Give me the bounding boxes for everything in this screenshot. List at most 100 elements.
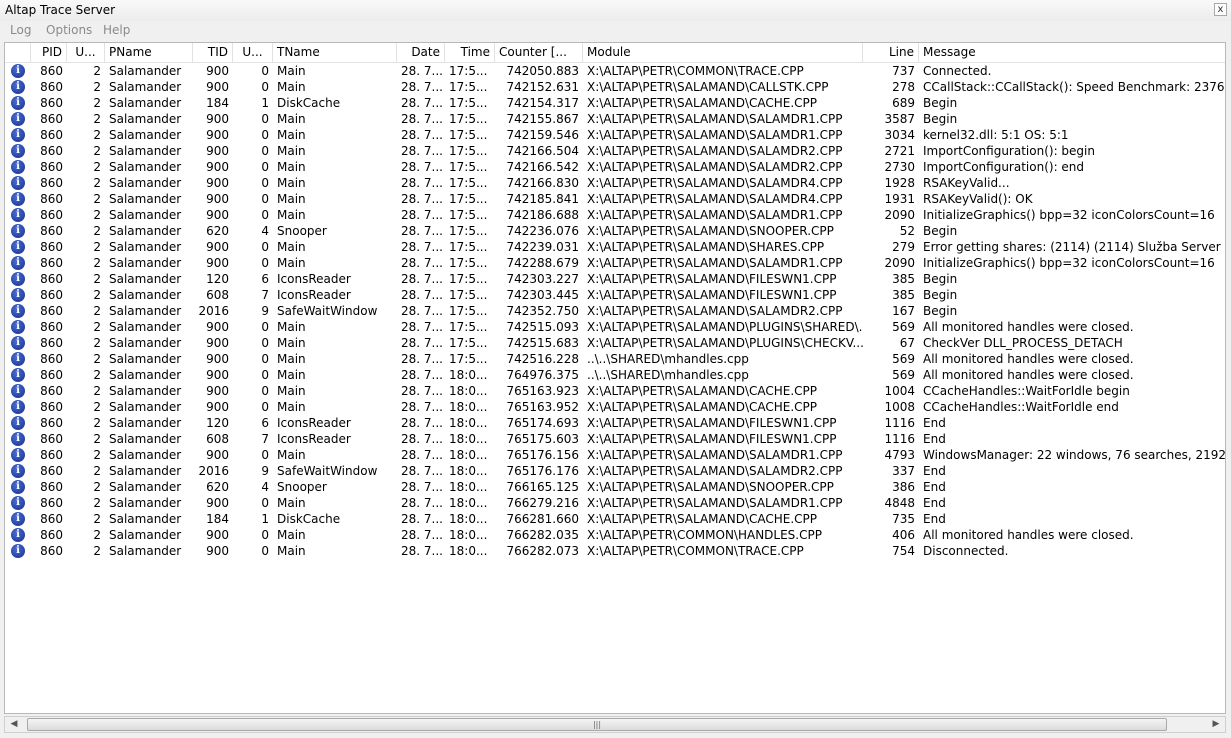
table-row[interactable]: i 860 2 Salamander 900 0 Main 28. 7... 17:5... 74… <box>5 335 1225 351</box>
cell-thread-name: Main <box>277 208 306 222</box>
cell-module: ..\..\SHARED\mhandles.cpp <box>587 368 749 382</box>
table-row[interactable]: i 860 2 Salamander 184 1 DiskCache 28. 7... 17:5… <box>5 95 1225 111</box>
cell-pid: 860 <box>40 320 63 334</box>
cell-tid: 900 <box>206 144 229 158</box>
table-row[interactable]: i 860 2 Salamander 900 0 Main 28. 7... 17:5... 74… <box>5 191 1225 207</box>
table-row[interactable]: i 860 2 Salamander 608 7 IconsReader 28. 7... 18… <box>5 431 1225 447</box>
info-icon: i <box>11 528 25 542</box>
cell-time: 18:0... <box>449 512 488 526</box>
cell-unique-process: 2 <box>93 144 101 158</box>
cell-pid: 860 <box>40 544 63 558</box>
table-row[interactable]: i 860 2 Salamander 2016 9 SafeWaitWindow 28. 7.… <box>5 463 1225 479</box>
table-row[interactable]: i 860 2 Salamander 900 0 Main 28. 7... 18:0... 76… <box>5 447 1225 463</box>
cell-unique-thread: 6 <box>261 272 269 286</box>
table-row[interactable]: i 860 2 Salamander 620 4 Snooper 28. 7... 18:0..… <box>5 479 1225 495</box>
menu-log[interactable]: Log <box>10 23 31 37</box>
cell-counter: 742185.841 <box>506 192 579 206</box>
table-row[interactable]: i 860 2 Salamander 900 0 Main 28. 7... 18:0... 76… <box>5 527 1225 543</box>
scroll-right-arrow-icon[interactable]: ▶ <box>1209 718 1223 731</box>
cell-date: 28. 7... <box>401 432 443 446</box>
cell-time: 17:5... <box>449 208 488 222</box>
table-row[interactable]: i 860 2 Salamander 900 0 Main 28. 7... 18:0... 76… <box>5 543 1225 559</box>
trace-log-list[interactable]: PID U... PName TID U... TName Date Time Counter … <box>4 42 1226 714</box>
cell-tid: 608 <box>206 432 229 446</box>
cell-message: InitializeGraphics() bpp=32 iconColorsCo… <box>923 208 1215 222</box>
column-header-unique-process[interactable]: U... <box>67 43 105 62</box>
table-row[interactable]: i 860 2 Salamander 900 0 Main 28. 7... 17:5... 74… <box>5 79 1225 95</box>
table-row[interactable]: i 860 2 Salamander 120 6 IconsReader 28. 7... 17… <box>5 271 1225 287</box>
cell-thread-name: Main <box>277 192 306 206</box>
cell-date: 28. 7... <box>401 144 443 158</box>
table-row[interactable]: i 860 2 Salamander 900 0 Main 28. 7... 17:5... 74… <box>5 159 1225 175</box>
table-row[interactable]: i 860 2 Salamander 620 4 Snooper 28. 7... 17:5..… <box>5 223 1225 239</box>
info-icon: i <box>11 544 25 558</box>
column-header-thread-name[interactable]: TName <box>273 43 397 62</box>
column-header-module[interactable]: Module <box>583 43 863 62</box>
cell-module: X:\ALTAP\PETR\SALAMAND\SNOOPER.CPP <box>587 480 834 494</box>
info-icon: i <box>11 288 25 302</box>
table-row[interactable]: i 860 2 Salamander 900 0 Main 28. 7... 18:0... 76… <box>5 367 1225 383</box>
cell-time: 17:5... <box>449 224 488 238</box>
cell-line: 386 <box>892 480 915 494</box>
table-row[interactable]: i 860 2 Salamander 900 0 Main 28. 7... 17:5... 74… <box>5 351 1225 367</box>
column-header-tid[interactable]: TID <box>193 43 233 62</box>
table-row[interactable]: i 860 2 Salamander 608 7 IconsReader 28. 7... 17… <box>5 287 1225 303</box>
cell-module: X:\ALTAP\PETR\SALAMAND\SALAMDR1.CPP <box>587 448 843 462</box>
cell-module: X:\ALTAP\PETR\SALAMAND\SALAMDR2.CPP <box>587 464 843 478</box>
cell-unique-thread: 0 <box>261 400 269 414</box>
cell-line: 1928 <box>884 176 915 190</box>
column-header-pid[interactable]: PID <box>31 43 67 62</box>
table-row[interactable]: i 860 2 Salamander 2016 9 SafeWaitWindow 28. 7.… <box>5 303 1225 319</box>
close-button[interactable]: x <box>1214 3 1227 16</box>
cell-date: 28. 7... <box>401 496 443 510</box>
table-row[interactable]: i 860 2 Salamander 184 1 DiskCache 28. 7... 18:0… <box>5 511 1225 527</box>
column-header-counter[interactable]: Counter [... <box>495 43 583 62</box>
horizontal-scrollbar[interactable]: ◀ ||| ▶ <box>4 716 1226 733</box>
table-row[interactable]: i 860 2 Salamander 900 0 Main 28. 7... 18:0... 76… <box>5 399 1225 415</box>
table-row[interactable]: i 860 2 Salamander 900 0 Main 28. 7... 17:5... 74… <box>5 111 1225 127</box>
column-header-time[interactable]: Time <box>445 43 495 62</box>
table-row[interactable]: i 860 2 Salamander 900 0 Main 28. 7... 18:0... 76… <box>5 495 1225 511</box>
cell-date: 28. 7... <box>401 480 443 494</box>
cell-unique-thread: 0 <box>261 240 269 254</box>
column-header-message[interactable]: Message <box>919 43 1225 62</box>
cell-unique-process: 2 <box>93 112 101 126</box>
cell-module: X:\ALTAP\PETR\SALAMAND\SALAMDR1.CPP <box>587 128 843 142</box>
menu-help[interactable]: Help <box>103 23 130 37</box>
cell-thread-name: Main <box>277 160 306 174</box>
cell-unique-thread: 0 <box>261 128 269 142</box>
cell-thread-name: Main <box>277 384 306 398</box>
column-header-line[interactable]: Line <box>863 43 919 62</box>
cell-line: 2730 <box>884 160 915 174</box>
table-row[interactable]: i 860 2 Salamander 120 6 IconsReader 28. 7... 18… <box>5 415 1225 431</box>
scroll-thumb[interactable]: ||| <box>27 718 1167 731</box>
info-icon: i <box>11 272 25 286</box>
column-header-icon[interactable] <box>5 43 31 62</box>
info-icon: i <box>11 176 25 190</box>
cell-unique-thread: 0 <box>261 528 269 542</box>
column-header-unique-thread[interactable]: U... <box>233 43 273 62</box>
cell-counter: 742155.867 <box>506 112 579 126</box>
table-row[interactable]: i 860 2 Salamander 900 0 Main 28. 7... 17:5... 74… <box>5 319 1225 335</box>
scroll-left-arrow-icon[interactable]: ◀ <box>7 718 21 731</box>
table-row[interactable]: i 860 2 Salamander 900 0 Main 28. 7... 17:5... 74… <box>5 127 1225 143</box>
cell-time: 18:0... <box>449 400 488 414</box>
cell-thread-name: Main <box>277 496 306 510</box>
table-row[interactable]: i 860 2 Salamander 900 0 Main 28. 7... 17:5... 74… <box>5 143 1225 159</box>
cell-module: X:\ALTAP\PETR\SALAMAND\FILESWN1.CPP <box>587 432 837 446</box>
cell-tid: 120 <box>206 416 229 430</box>
menu-options[interactable]: Options <box>46 23 92 37</box>
table-row[interactable]: i 860 2 Salamander 900 0 Main 28. 7... 17:5... 74… <box>5 63 1225 79</box>
cell-counter: 742303.227 <box>506 272 579 286</box>
cell-message: End <box>923 432 946 446</box>
table-row[interactable]: i 860 2 Salamander 900 0 Main 28. 7... 17:5... 74… <box>5 207 1225 223</box>
cell-message: End <box>923 416 946 430</box>
table-row[interactable]: i 860 2 Salamander 900 0 Main 28. 7... 17:5... 74… <box>5 255 1225 271</box>
column-header-process-name[interactable]: PName <box>105 43 193 62</box>
table-row[interactable]: i 860 2 Salamander 900 0 Main 28. 7... 17:5... 74… <box>5 175 1225 191</box>
cell-time: 17:5... <box>449 128 488 142</box>
cell-tid: 900 <box>206 336 229 350</box>
column-header-date[interactable]: Date <box>397 43 445 62</box>
table-row[interactable]: i 860 2 Salamander 900 0 Main 28. 7... 18:0... 76… <box>5 383 1225 399</box>
table-row[interactable]: i 860 2 Salamander 900 0 Main 28. 7... 17:5... 74… <box>5 239 1225 255</box>
